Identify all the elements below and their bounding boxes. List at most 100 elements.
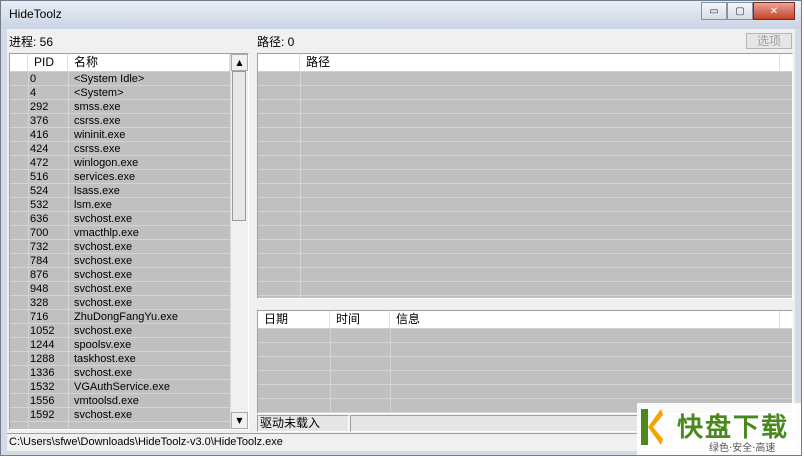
- row-divider: [258, 99, 792, 100]
- table-row[interactable]: 732 svchost.exe: [10, 240, 248, 254]
- table-row[interactable]: 636 svchost.exe: [10, 212, 248, 226]
- table-row[interactable]: 376 csrss.exe: [10, 114, 248, 128]
- table-row[interactable]: 784 svchost.exe: [10, 254, 248, 268]
- table-row[interactable]: 328 svchost.exe: [10, 296, 248, 310]
- watermark-slogan: 绿色·安全·高速: [709, 443, 776, 454]
- column-divider: [300, 71, 301, 298]
- name-cell: smss.exe: [74, 101, 121, 113]
- table-row[interactable]: 716 ZhuDongFangYu.exe: [10, 310, 248, 324]
- table-row[interactable]: 1052 svchost.exe: [10, 324, 248, 338]
- pid-cell: 636: [30, 213, 49, 225]
- table-row[interactable]: 1288 taskhost.exe: [10, 352, 248, 366]
- table-row[interactable]: 0 <System Idle>: [10, 72, 248, 86]
- pid-cell: 732: [30, 241, 49, 253]
- pid-cell: 1556: [30, 395, 55, 407]
- table-row[interactable]: 532 lsm.exe: [10, 198, 248, 212]
- table-row[interactable]: 1336 svchost.exe: [10, 366, 248, 380]
- row-divider: [258, 398, 792, 399]
- name-cell: svchost.exe: [74, 213, 133, 225]
- row-divider: [258, 141, 792, 142]
- name-cell: vmtoolsd.exe: [74, 395, 139, 407]
- pid-cell: 328: [30, 297, 49, 309]
- scroll-down-button[interactable]: ▼: [231, 412, 248, 429]
- pid-cell: 292: [30, 101, 49, 113]
- row-divider: [258, 295, 792, 296]
- scroll-thumb[interactable]: [232, 71, 246, 221]
- column-header-info[interactable]: 信息: [390, 311, 780, 328]
- table-row[interactable]: 4 <System>: [10, 86, 248, 100]
- column-header-date[interactable]: 日期: [258, 311, 330, 328]
- pid-cell: 516: [30, 171, 49, 183]
- table-row[interactable]: 1592 svchost.exe: [10, 408, 248, 422]
- window-controls: ▭ ▢ ✕: [701, 2, 795, 20]
- table-row[interactable]: 876 svchost.exe: [10, 268, 248, 282]
- row-divider: [258, 225, 792, 226]
- pid-cell: 1052: [30, 325, 55, 337]
- close-button[interactable]: ✕: [753, 2, 795, 20]
- row-divider: [258, 85, 792, 86]
- table-row[interactable]: 292 smss.exe: [10, 100, 248, 114]
- table-row[interactable]: 424 csrss.exe: [10, 142, 248, 156]
- pid-cell: 416: [30, 129, 49, 141]
- arrow-up-icon: ▲: [236, 58, 243, 67]
- row-divider: [258, 253, 792, 254]
- column-header-marker[interactable]: [258, 54, 300, 71]
- name-cell: services.exe: [74, 171, 136, 183]
- column-header-time[interactable]: 时间: [330, 311, 390, 328]
- table-row[interactable]: 1532 VGAuthService.exe: [10, 380, 248, 394]
- name-cell: svchost.exe: [74, 283, 133, 295]
- app-window: HideToolz ▭ ▢ ✕ 进程: 56 路径: 0 选项 PID 名称 0…: [0, 0, 802, 456]
- row-divider: [258, 267, 792, 268]
- arrow-down-icon: ▼: [236, 416, 243, 425]
- process-list[interactable]: PID 名称 0 <System Idle> 4 <System> 292 smss.ex…: [9, 53, 249, 430]
- pid-cell: 4: [30, 87, 37, 99]
- row-divider: [258, 342, 792, 343]
- column-header-marker[interactable]: [10, 54, 28, 71]
- pid-cell: 700: [30, 227, 49, 239]
- name-cell: svchost.exe: [74, 367, 133, 379]
- options-button[interactable]: 选项: [746, 33, 792, 49]
- log-list[interactable]: 日期 时间 信息: [257, 310, 793, 414]
- table-row[interactable]: 472 winlogon.exe: [10, 156, 248, 170]
- name-cell: spoolsv.exe: [74, 339, 132, 351]
- name-cell: vmacthlp.exe: [74, 227, 139, 239]
- name-cell: svchost.exe: [74, 297, 133, 309]
- pid-cell: 1288: [30, 353, 55, 365]
- table-row[interactable]: 516 services.exe: [10, 170, 248, 184]
- column-header-pid[interactable]: PID: [28, 54, 68, 71]
- table-row[interactable]: 700 vmacthlp.exe: [10, 226, 248, 240]
- row-divider: [258, 113, 792, 114]
- column-header-name[interactable]: 名称: [68, 54, 230, 71]
- process-count-label: 进程: 56: [9, 35, 54, 49]
- path-list[interactable]: 路径: [257, 53, 793, 299]
- table-row[interactable]: 948 svchost.exe: [10, 282, 248, 296]
- name-cell: csrss.exe: [74, 115, 121, 127]
- name-cell: ZhuDongFangYu.exe: [74, 311, 178, 323]
- row-divider: [258, 197, 792, 198]
- minimize-button[interactable]: ▭: [701, 2, 727, 20]
- name-cell: <System Idle>: [74, 73, 145, 85]
- name-cell: svchost.exe: [74, 255, 133, 267]
- pid-cell: 876: [30, 269, 49, 281]
- process-scrollbar[interactable]: ▲ ▼: [230, 54, 248, 429]
- scroll-up-button[interactable]: ▲: [231, 54, 248, 71]
- maximize-button[interactable]: ▢: [727, 2, 753, 20]
- pid-cell: 524: [30, 185, 49, 197]
- row-divider: [258, 127, 792, 128]
- table-row[interactable]: 524 lsass.exe: [10, 184, 248, 198]
- name-cell: <System>: [74, 87, 124, 99]
- table-row[interactable]: 1244 spoolsv.exe: [10, 338, 248, 352]
- pid-cell: 1336: [30, 367, 55, 379]
- pid-cell: 1532: [30, 381, 55, 393]
- row-divider: [258, 155, 792, 156]
- name-cell: svchost.exe: [74, 409, 133, 421]
- name-cell: svchost.exe: [74, 325, 133, 337]
- driver-status: 驱动未载入: [257, 415, 349, 432]
- table-row[interactable]: 1556 vmtoolsd.exe: [10, 394, 248, 408]
- path-count-label: 路径: 0: [257, 35, 295, 49]
- name-cell: csrss.exe: [74, 143, 121, 155]
- table-row[interactable]: 416 wininit.exe: [10, 128, 248, 142]
- title-bar[interactable]: HideToolz ▭ ▢ ✕: [1, 1, 801, 29]
- pid-cell: 1244: [30, 339, 55, 351]
- column-header-path[interactable]: 路径: [300, 54, 780, 71]
